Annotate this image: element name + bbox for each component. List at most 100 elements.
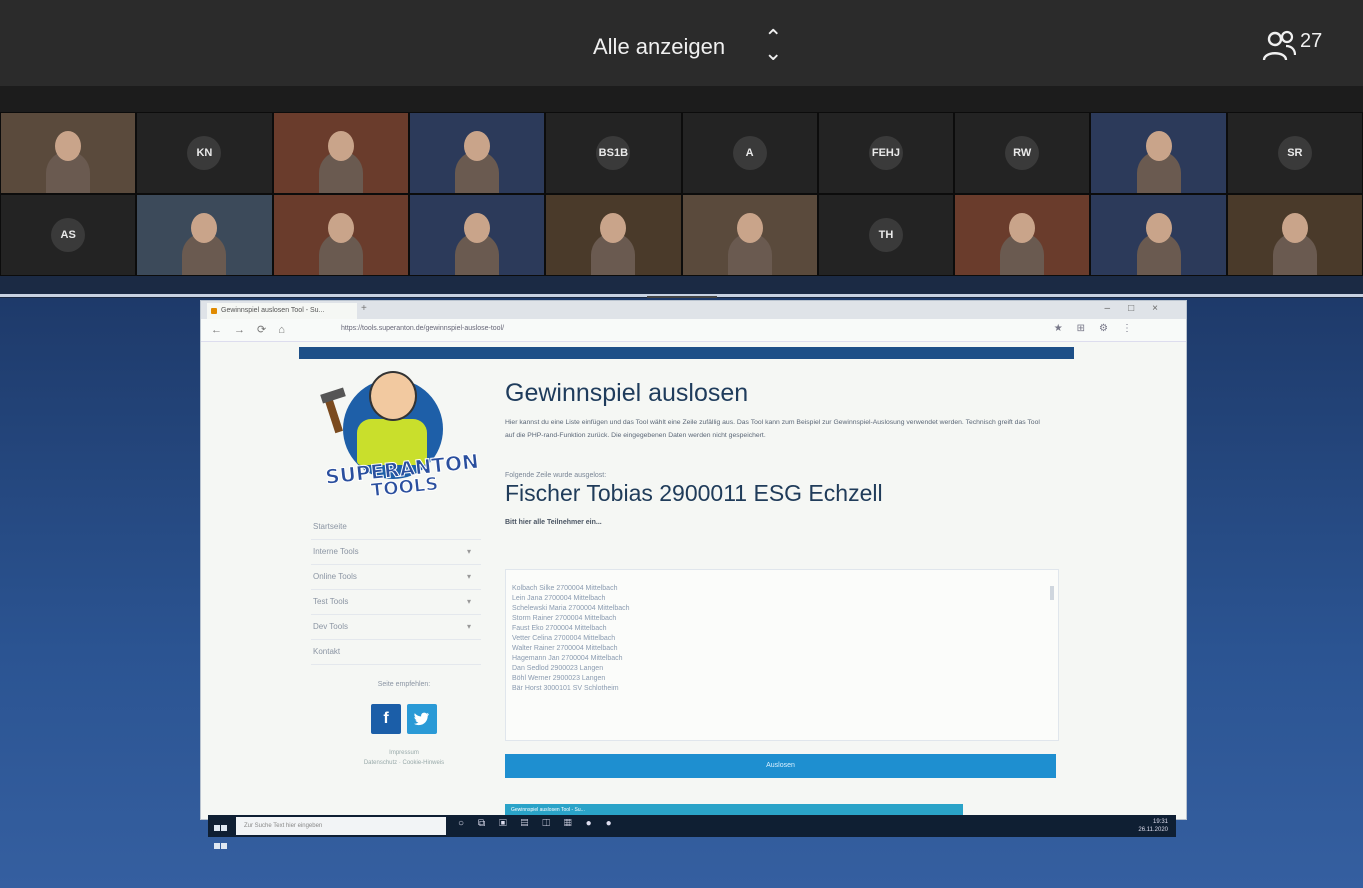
participant-initials: SR — [1277, 136, 1312, 170]
mascot-face — [369, 371, 417, 421]
participants-button[interactable]: 27 — [1262, 30, 1322, 62]
chevron-down-icon: ▾ — [466, 547, 471, 556]
participant-video-head — [464, 213, 491, 243]
taskbar-search-input[interactable]: Zur Suche Text hier eingeben — [236, 817, 446, 835]
menu-item[interactable]: Startseite — [311, 515, 481, 540]
window-controls[interactable]: –□× — [1105, 303, 1176, 314]
chevron-down-icon: ▾ — [466, 622, 471, 631]
menu-item[interactable]: Test Tools ▾ — [311, 590, 481, 615]
participant-tile[interactable] — [136, 194, 273, 276]
participant-tile[interactable] — [1090, 112, 1227, 194]
participant-tile[interactable]: A — [681, 112, 818, 194]
participant-video-head — [327, 131, 354, 161]
entry-line: Walter Rainer 2700004 Mittelbach — [512, 645, 618, 652]
site-menu: Startseite Interne Tools ▾ Online Tools ▾ Tes… — [311, 515, 481, 665]
new-tab-icon[interactable]: + — [361, 303, 367, 314]
participant-initials: BS1B — [596, 136, 631, 170]
textarea-scrollbar[interactable] — [1050, 586, 1054, 600]
menu-item-label: Dev Tools — [313, 622, 348, 631]
participant-initials: TH — [868, 218, 903, 252]
participant-video-head — [600, 213, 627, 243]
participant-initials: A — [732, 136, 767, 170]
footer-link-privacy[interactable]: Datenschutz · Cookie-Hinweis — [359, 758, 449, 768]
chevron-down-icon: ▾ — [466, 572, 471, 581]
participant-initials: FEHJ — [868, 136, 903, 170]
participant-tile[interactable]: RW — [954, 112, 1091, 194]
participant-video-head — [1145, 131, 1172, 161]
participant-tile[interactable] — [272, 112, 409, 194]
menu-item-label: Startseite — [313, 522, 347, 531]
entry-line: Vetter Celina 2700004 Mittelbach — [512, 635, 616, 642]
menu-item[interactable]: Interne Tools ▾ — [311, 540, 481, 565]
participant-tile[interactable]: KN — [136, 112, 273, 194]
entries-textarea[interactable]: Kolbach Silke 2700004 Mittelbach Lein Jan… — [505, 569, 1059, 741]
facebook-share-button[interactable]: f — [371, 704, 401, 734]
footer-link-imprint[interactable]: Impressum — [359, 748, 449, 758]
header-spacer — [0, 86, 1363, 112]
participant-tile[interactable]: SR — [1226, 112, 1363, 194]
browser-tab[interactable]: Gewinnspiel auslosen Tool - Su... — [207, 303, 357, 319]
menu-item[interactable]: Online Tools ▾ — [311, 565, 481, 590]
menu-item-label: Online Tools — [313, 572, 357, 581]
favicon-icon — [211, 308, 217, 314]
site-sidebar: SUPERANTON TOOLS Startseite Interne Tools… — [311, 363, 481, 803]
menu-item[interactable]: Dev Tools ▾ — [311, 615, 481, 640]
participant-video-head — [1145, 213, 1172, 243]
participant-tile[interactable]: AS — [0, 194, 137, 276]
entry-line: Kolbach Silke 2700004 Mittelbach — [512, 585, 618, 592]
tray-date: 26.11.2020 — [1138, 827, 1168, 833]
chevron-down-icon: ▾ — [466, 597, 471, 606]
page-title: Gewinnspiel auslosen — [505, 379, 749, 407]
participant-tile[interactable] — [1090, 194, 1227, 276]
twitter-bird-icon — [414, 712, 429, 726]
entry-line: Storm Rainer 2700004 Mittelbach — [512, 615, 617, 622]
intro-text: Hier kannst du eine Liste einfügen und d… — [505, 419, 1040, 439]
menu-item-label: Interne Tools — [313, 547, 359, 556]
view-selector-label[interactable]: Alle anzeigen — [593, 34, 725, 60]
participant-tile[interactable] — [545, 194, 682, 276]
system-tray[interactable]: 19:31 26.11.2020 — [1138, 818, 1168, 834]
meeting-header: Alle anzeigen ⌃ ⌄ 27 — [0, 0, 1363, 86]
entry-line: Faust Eko 2700004 Mittelbach — [512, 625, 607, 632]
participant-tile[interactable] — [408, 112, 546, 194]
participant-count: 27 — [1300, 30, 1323, 52]
site-logo[interactable]: SUPERANTON TOOLS — [320, 365, 480, 502]
menu-item-label: Test Tools — [313, 597, 349, 606]
draw-button[interactable]: Auslosen — [505, 754, 1056, 778]
entry-line: Lein Jana 2700004 Mittelbach — [512, 595, 606, 602]
participant-tile[interactable] — [1226, 194, 1363, 276]
drawn-label: Folgende Zeile wurde ausgelost: — [505, 472, 607, 479]
participant-video-head — [736, 213, 763, 243]
entry-line: Böhl Werner 2900023 Langen — [512, 675, 606, 682]
participant-tile[interactable] — [272, 194, 409, 276]
participant-initials: RW — [1005, 136, 1040, 170]
windows-taskbar: Zur Suche Text hier eingeben ○⧉▣▤◫▦●● 19… — [208, 815, 1176, 849]
participant-tile[interactable]: TH — [817, 194, 955, 276]
participant-tile[interactable] — [408, 194, 546, 276]
participant-video-head — [191, 213, 218, 243]
tab-title: Gewinnspiel auslosen Tool - Su... — [221, 307, 325, 314]
participant-tile[interactable] — [954, 194, 1091, 276]
participant-grid: KN BS1B A FEHJ RW SR AS TH — [0, 112, 1363, 276]
participant-tile[interactable] — [0, 112, 137, 194]
twitter-share-button[interactable] — [407, 704, 437, 734]
participant-tile[interactable]: FEHJ — [817, 112, 955, 194]
taskbar-app-icons[interactable]: ○⧉▣▤◫▦●● — [458, 818, 626, 829]
url-field[interactable]: https://tools.superanton.de/gewinnspiel-… — [341, 325, 504, 332]
windows-start-icon[interactable] — [214, 819, 228, 849]
list-hint: Bitt hier alle Teilnehmer ein... — [505, 519, 602, 526]
social-section: Seite empfehlen: f Impressum Datenschutz… — [359, 681, 449, 768]
tray-time: 19:31 — [1152, 819, 1168, 825]
participant-tile[interactable] — [681, 194, 818, 276]
participant-tile[interactable]: BS1B — [545, 112, 682, 194]
site-header-bar — [299, 347, 1074, 359]
nav-buttons-icon[interactable]: ←→⟳⌂ — [211, 323, 297, 336]
entry-line: Schelewski Maria 2700004 Mittelbach — [512, 605, 630, 612]
split-divider[interactable] — [0, 276, 1363, 299]
social-label: Seite empfehlen: — [377, 681, 431, 688]
browser-toolbar-icons[interactable]: ★⊞⚙⋮ — [1054, 323, 1146, 334]
chevron-up-down-icon[interactable]: ⌃ ⌄ — [764, 27, 782, 64]
entry-line: Hagemann Jan 2700004 Mittelbach — [512, 655, 623, 662]
winner-result: Fischer Tobias 2900011 ESG Echzell — [505, 480, 883, 506]
menu-item[interactable]: Kontakt — [311, 640, 481, 665]
